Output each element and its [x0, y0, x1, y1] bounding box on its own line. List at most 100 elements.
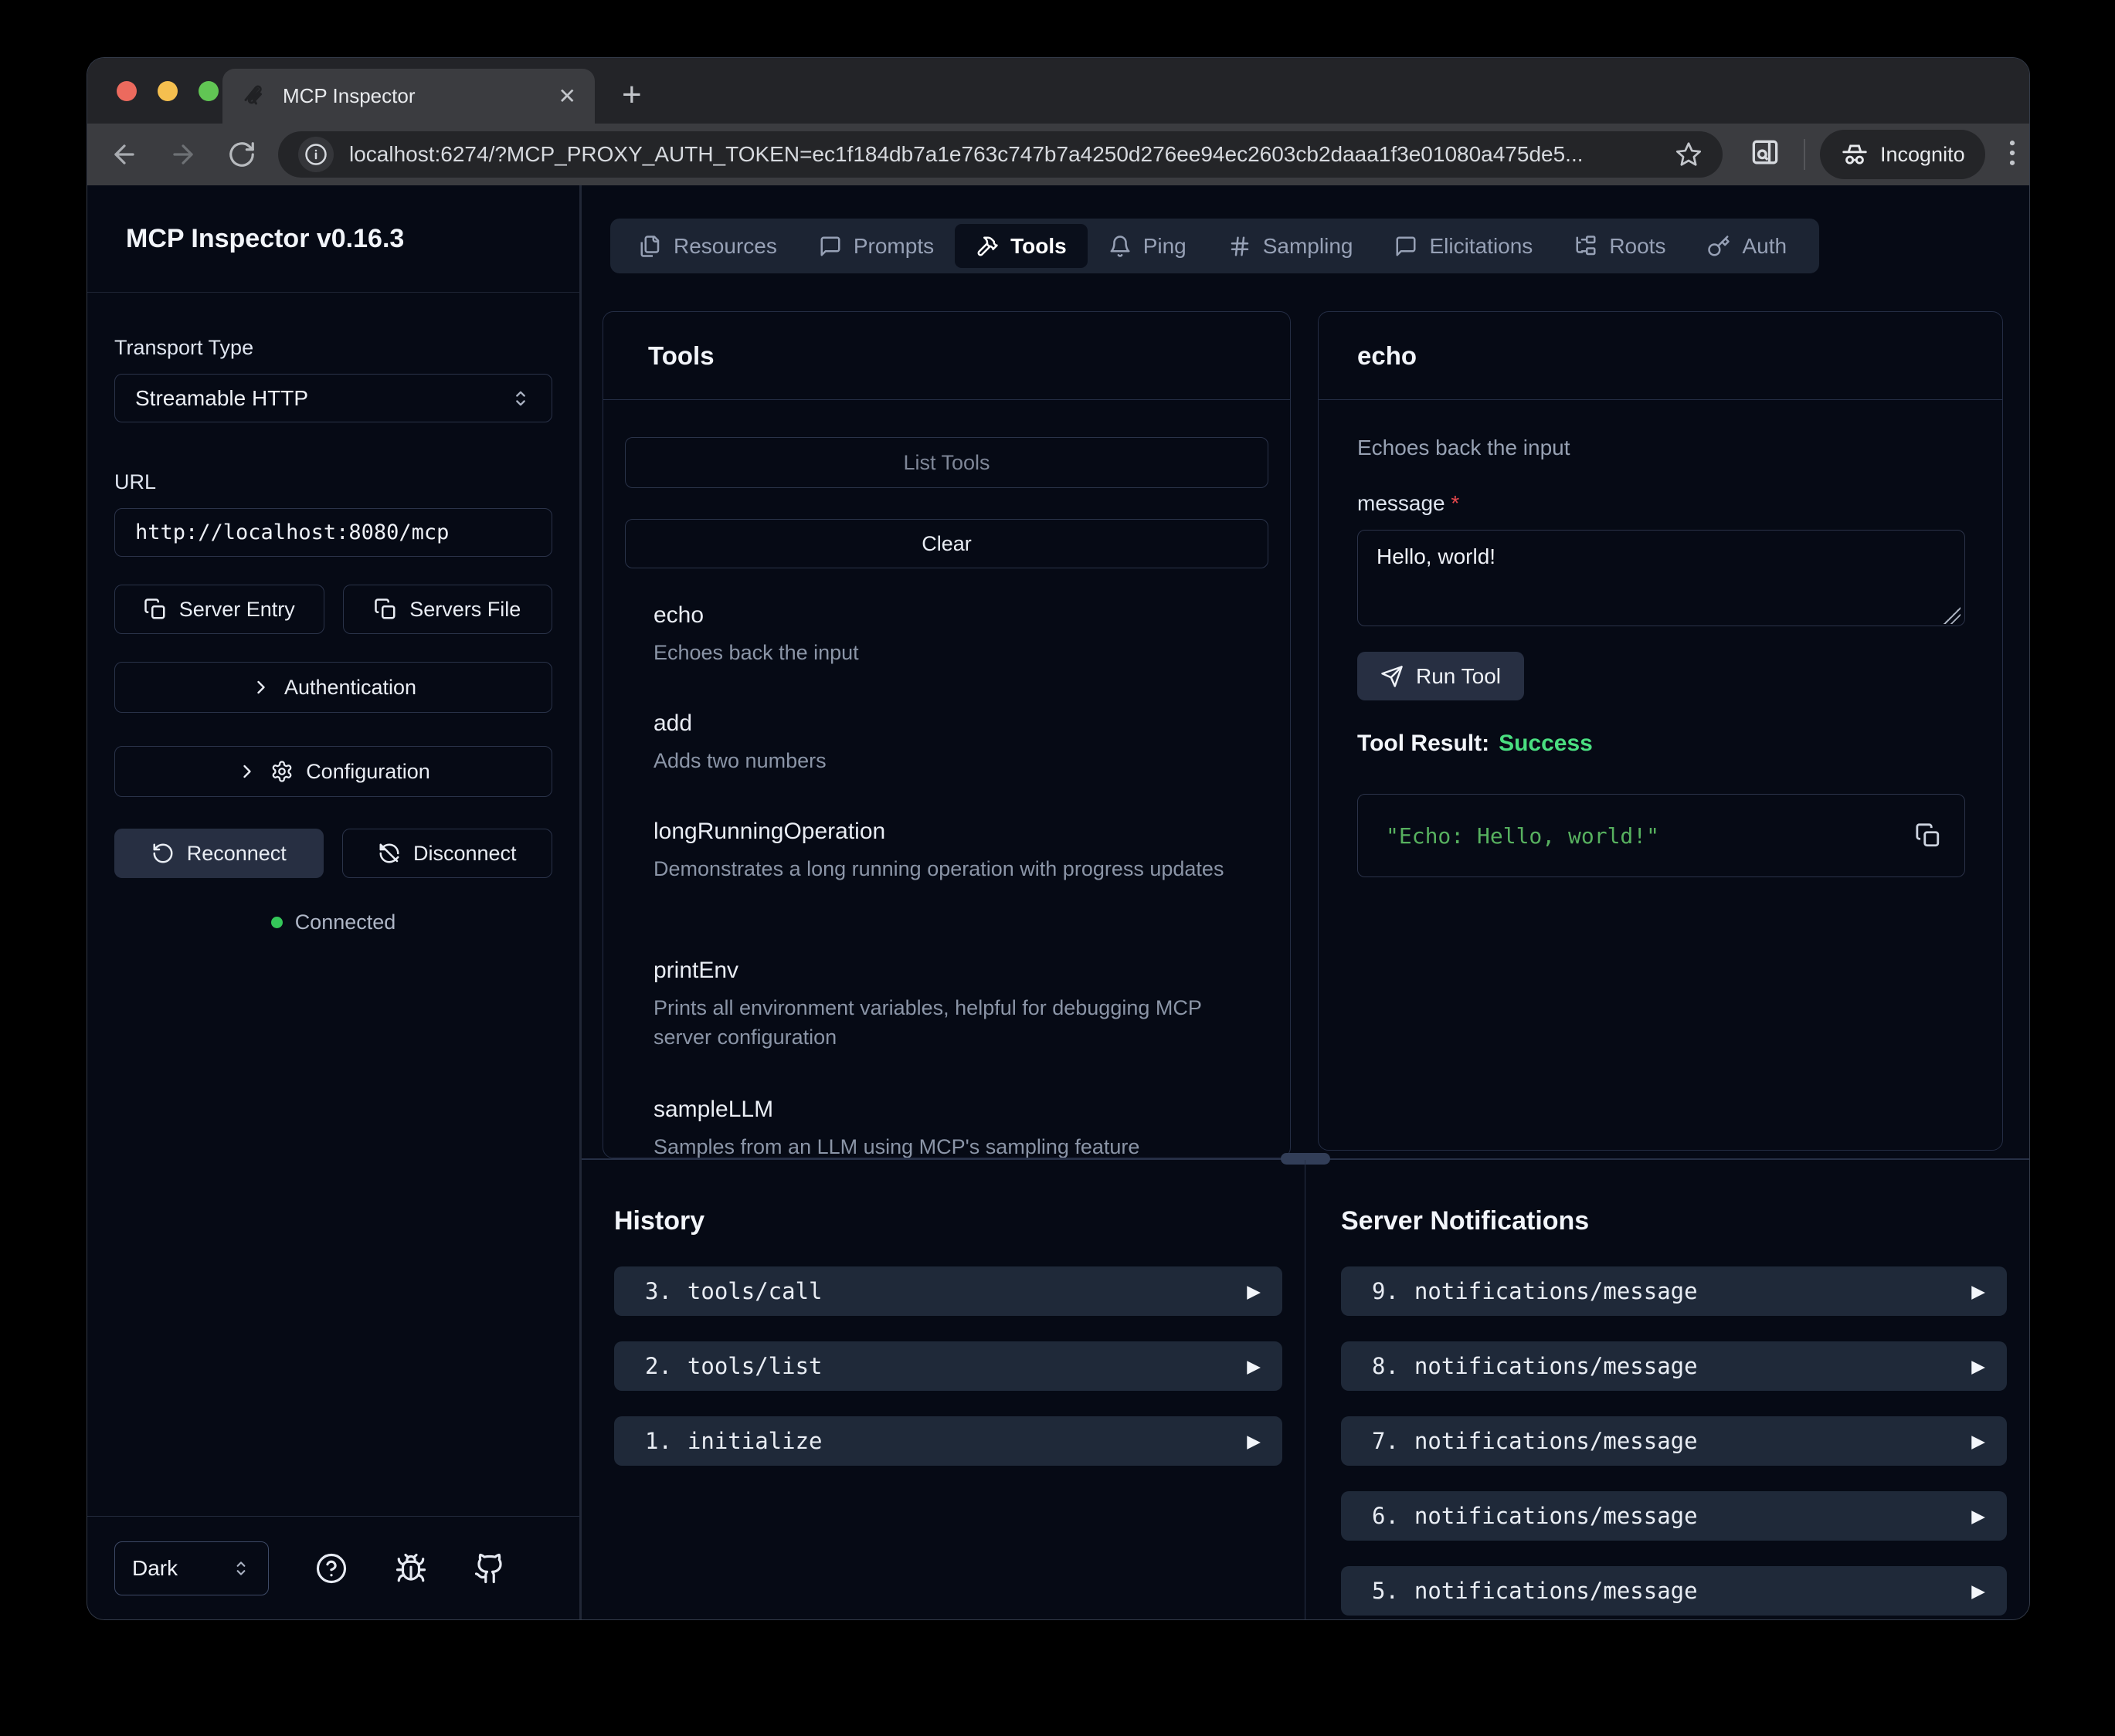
browser-tab[interactable]: MCP Inspector ✕ [222, 69, 595, 124]
tab-prompts[interactable]: Prompts [798, 224, 955, 268]
forward-button[interactable] [165, 136, 202, 173]
servers-file-button[interactable]: Servers File [343, 585, 553, 634]
expand-caret-icon[interactable]: ▶ [1971, 1581, 1985, 1602]
tab-elicitations[interactable]: Elicitations [1373, 224, 1553, 268]
expand-caret-icon[interactable]: ▶ [1971, 1506, 1985, 1527]
key-icon [1707, 235, 1730, 258]
configuration-button[interactable]: Configuration [114, 746, 552, 797]
disconnect-button[interactable]: Disconnect [342, 829, 553, 878]
expand-caret-icon[interactable]: ▶ [1971, 1431, 1985, 1452]
copy-result-button[interactable] [1915, 822, 1941, 849]
message-square-icon [1394, 235, 1417, 258]
notification-row[interactable]: 9.notifications/message ▶ [1341, 1266, 2007, 1316]
transport-type-select[interactable]: Streamable HTTP [114, 374, 552, 422]
tool-result-status: Success [1499, 731, 1593, 756]
tool-list-item-samplellm[interactable]: sampleLLM Samples from an LLM using MCP'… [654, 1097, 1259, 1158]
theme-select[interactable]: Dark [114, 1541, 269, 1595]
notification-row[interactable]: 5.notifications/message ▶ [1341, 1566, 2007, 1616]
back-button[interactable] [106, 136, 143, 173]
gear-icon [270, 760, 294, 783]
chrome-menu-icon[interactable] [1995, 136, 2029, 170]
notification-method: notifications/message [1414, 1503, 1698, 1529]
authentication-button[interactable]: Authentication [114, 662, 552, 713]
textarea-resize-grip-icon[interactable] [1944, 607, 1961, 624]
bookmark-star-icon[interactable] [1675, 141, 1703, 168]
app-content: MCP Inspector v0.16.3 Transport Type Str… [87, 185, 2029, 1619]
server-entry-button[interactable]: Server Entry [114, 585, 324, 634]
expand-caret-icon[interactable]: ▶ [1971, 1356, 1985, 1377]
tab-tools[interactable]: Tools [955, 224, 1088, 268]
github-button[interactable] [474, 1552, 506, 1585]
notification-method: notifications/message [1414, 1278, 1698, 1304]
tab-roots[interactable]: Roots [1553, 224, 1686, 268]
tab-ping[interactable]: Ping [1088, 224, 1207, 268]
send-icon [1380, 665, 1404, 688]
url-bar[interactable]: localhost:6274/?MCP_PROXY_AUTH_TOKEN=ec1… [278, 131, 1723, 178]
expand-caret-icon[interactable]: ▶ [1247, 1281, 1261, 1302]
new-tab-button[interactable]: + [622, 78, 642, 112]
message-textarea[interactable]: Hello, world! [1357, 530, 1965, 626]
notification-row[interactable]: 7.notifications/message ▶ [1341, 1416, 2007, 1466]
report-bug-button[interactable] [395, 1552, 427, 1585]
notification-row[interactable]: 6.notifications/message ▶ [1341, 1491, 2007, 1541]
server-url-input[interactable] [114, 508, 552, 557]
window-controls[interactable] [117, 81, 219, 101]
run-tool-button[interactable]: Run Tool [1357, 652, 1524, 700]
connection-status: Connected [114, 910, 552, 934]
clear-tools-button[interactable]: Clear [625, 519, 1268, 568]
refresh-off-icon [378, 842, 401, 865]
tool-list-item-add[interactable]: add Adds two numbers [654, 710, 1259, 775]
reconnect-button[interactable]: Reconnect [114, 829, 324, 878]
tool-name: add [654, 710, 1259, 737]
help-button[interactable] [315, 1552, 348, 1585]
tool-name: longRunningOperation [654, 819, 1259, 845]
tool-runner-title: echo [1357, 341, 1417, 371]
history-row[interactable]: 1.initialize ▶ [614, 1416, 1282, 1466]
tab-title: MCP Inspector [283, 84, 545, 108]
browser-window: MCP Inspector ✕ + localhost:6274/?MCP_PR… [87, 58, 2029, 1619]
tool-result-label: Tool Result: [1357, 731, 1489, 756]
notification-row[interactable]: 8.notifications/message ▶ [1341, 1341, 2007, 1391]
tab-auth[interactable]: Auth [1686, 224, 1808, 268]
connected-dot-icon [271, 917, 283, 928]
history-title: History [614, 1206, 704, 1236]
expand-caret-icon[interactable]: ▶ [1971, 1281, 1985, 1302]
fullscreen-window-button[interactable] [199, 81, 219, 101]
notification-index: 7. [1372, 1428, 1399, 1454]
tool-description: Prints all environment variables, helpfu… [654, 993, 1259, 1052]
feature-tabs: Resources Prompts Tools Ping Sampling [610, 219, 1819, 273]
folder-tree-icon [1574, 235, 1597, 258]
history-index: 3. [645, 1278, 672, 1304]
tool-description: Demonstrates a long running operation wi… [654, 854, 1259, 883]
reload-button[interactable] [223, 136, 260, 173]
files-icon [639, 235, 662, 258]
tab-label: Sampling [1263, 234, 1353, 259]
servers-file-label: Servers File [409, 598, 521, 622]
site-info-icon[interactable] [298, 137, 334, 172]
chevron-right-icon [250, 676, 272, 698]
tool-list-item-printenv[interactable]: printEnv Prints all environment variable… [654, 958, 1259, 1052]
tab-close-icon[interactable]: ✕ [558, 86, 576, 107]
history-row[interactable]: 2.tools/list ▶ [614, 1341, 1282, 1391]
url-text[interactable]: localhost:6274/?MCP_PROXY_AUTH_TOKEN=ec1… [349, 142, 1659, 167]
tool-list-item-longrunningoperation[interactable]: longRunningOperation Demonstrates a long… [654, 819, 1259, 883]
expand-caret-icon[interactable]: ▶ [1247, 1431, 1261, 1452]
history-index: 1. [645, 1428, 672, 1454]
tool-list-item-echo[interactable]: echo Echoes back the input [654, 602, 1259, 667]
history-row[interactable]: 3.tools/call ▶ [614, 1266, 1282, 1316]
sidebar: MCP Inspector v0.16.3 Transport Type Str… [87, 185, 579, 1619]
close-window-button[interactable] [117, 81, 137, 101]
tab-resources[interactable]: Resources [618, 224, 798, 268]
tab-sampling[interactable]: Sampling [1207, 224, 1374, 268]
copy-icon [374, 598, 397, 621]
list-tools-button[interactable]: List Tools [625, 437, 1268, 488]
field-label-text: message [1357, 491, 1445, 515]
list-tools-label: List Tools [903, 451, 990, 475]
server-url-value[interactable] [135, 520, 531, 544]
tab-label: Ping [1143, 234, 1187, 259]
side-panel-icon[interactable] [1748, 136, 1782, 170]
minimize-window-button[interactable] [158, 81, 178, 101]
expand-caret-icon[interactable]: ▶ [1247, 1356, 1261, 1377]
help-circle-icon [315, 1552, 348, 1585]
reconnect-label: Reconnect [187, 842, 287, 866]
